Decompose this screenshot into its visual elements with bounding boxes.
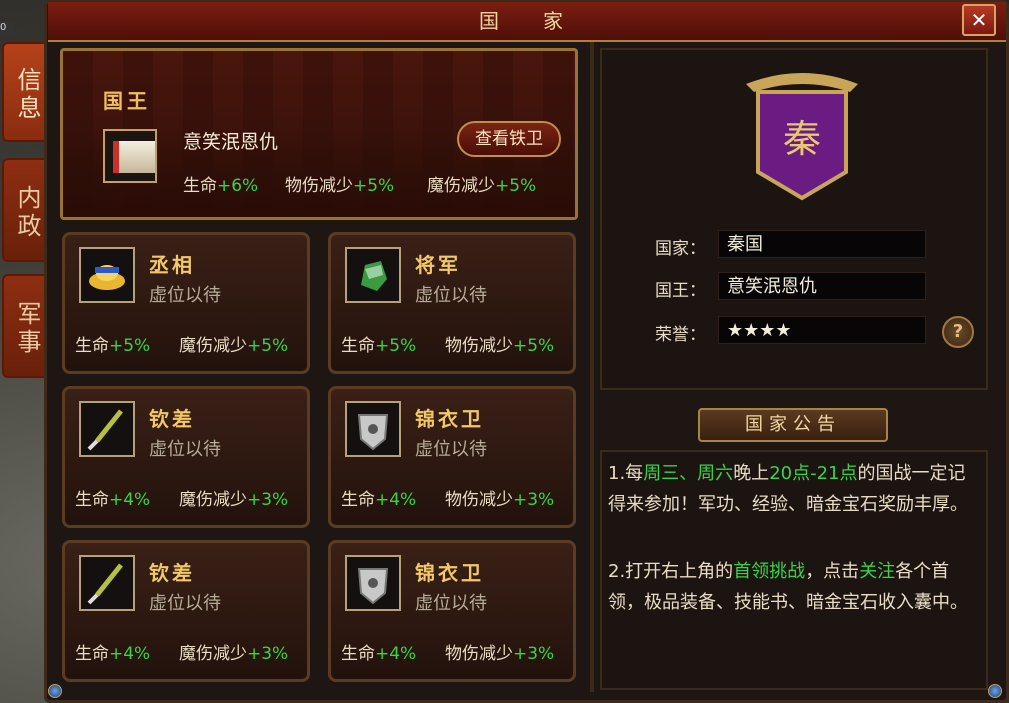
office-attr-2: 魔伤减少+3% xyxy=(179,644,289,664)
field-label-country: 国家： xyxy=(655,239,706,259)
office-attr-2: 魔伤减少+3% xyxy=(179,490,289,510)
armor-icon xyxy=(345,401,401,457)
office-attr-1: 生命+5% xyxy=(341,336,417,356)
king-seal-icon xyxy=(103,129,157,183)
office-rank: 锦衣卫 xyxy=(415,407,484,431)
office-rank: 钦差 xyxy=(149,407,195,431)
helmet-icon xyxy=(345,247,401,303)
window-title: 国 家 xyxy=(479,9,575,33)
office-rank: 将军 xyxy=(415,253,461,277)
tab-military[interactable]: 军事 xyxy=(2,274,46,378)
field-label-honor: 荣誉： xyxy=(655,325,706,345)
help-icon[interactable]: ? xyxy=(942,316,974,348)
office-attr-1: 生命+5% xyxy=(75,336,151,356)
office-card-guard-2[interactable]: 锦衣卫 虚位以待 生命+4% 物伤减少+3% xyxy=(328,540,576,682)
office-status: 虚位以待 xyxy=(149,593,221,614)
field-label-king: 国王： xyxy=(655,281,706,301)
king-attr-phys: 物伤减少+5% xyxy=(285,176,395,196)
panel-divider xyxy=(590,42,594,692)
view-guards-button[interactable]: 查看铁卫 xyxy=(457,121,561,157)
office-status: 虚位以待 xyxy=(415,439,487,460)
brush-icon xyxy=(79,555,135,611)
office-attr-1: 生命+4% xyxy=(341,490,417,510)
office-card-guard-1[interactable]: 锦衣卫 虚位以待 生命+4% 物伤减少+3% xyxy=(328,386,576,528)
tab-internal-affairs[interactable]: 内政 xyxy=(2,158,46,262)
office-attr-1: 生命+4% xyxy=(341,644,417,664)
office-rank: 锦衣卫 xyxy=(415,561,484,585)
notice-paragraph-2: 2.打开右上角的首领挑战，点击关注各个首领，极品装备、技能书、暗金宝石收入囊中。 xyxy=(608,561,968,613)
nation-banner-emblem: 秦 xyxy=(740,68,864,202)
king-panel: 国王 意笑泯恩仇 查看铁卫 生命+6% 物伤减少+5% 魔伤减少+5% xyxy=(60,48,578,220)
notice-header: 国家公告 xyxy=(698,408,888,442)
corner-gem-icon xyxy=(48,684,62,698)
office-card-general[interactable]: 将军 虚位以待 生命+5% 物伤减少+5% xyxy=(328,232,576,374)
office-status: 虚位以待 xyxy=(149,439,221,460)
office-card-envoy-2[interactable]: 钦差 虚位以待 生命+4% 魔伤减少+3% xyxy=(62,540,310,682)
field-value-country: 秦国 xyxy=(718,230,926,258)
office-attr-1: 生命+4% xyxy=(75,490,151,510)
close-button[interactable]: ✕ xyxy=(962,4,996,36)
office-rank: 丞相 xyxy=(149,253,195,277)
office-attr-2: 物伤减少+3% xyxy=(445,644,555,664)
brush-icon xyxy=(79,401,135,457)
office-status: 虚位以待 xyxy=(415,285,487,306)
office-attr-1: 生命+4% xyxy=(75,644,151,664)
coord-readout: 0 xyxy=(0,22,14,36)
tab-info[interactable]: 信息 xyxy=(2,42,46,142)
office-attr-2: 物伤减少+5% xyxy=(445,336,555,356)
king-title: 国王 xyxy=(103,89,151,113)
office-rank: 钦差 xyxy=(149,561,195,585)
emblem-char: 秦 xyxy=(783,117,821,161)
corner-gem-icon xyxy=(988,684,1002,698)
field-value-honor-stars: ★★★★ xyxy=(718,316,926,344)
office-attr-2: 魔伤减少+5% xyxy=(179,336,289,356)
gold-ingot-icon xyxy=(79,247,135,303)
armor-icon xyxy=(345,555,401,611)
king-attr-magic: 魔伤减少+5% xyxy=(427,176,537,196)
office-status: 虚位以待 xyxy=(149,285,221,306)
office-status: 虚位以待 xyxy=(415,593,487,614)
notice-paragraph-1: 1.每周三、周六晚上20点-21点的国战一定记得来参加！军功、经验、暗金宝石奖励… xyxy=(608,463,968,515)
king-attr-hp: 生命+6% xyxy=(183,176,259,196)
office-attr-2: 物伤减少+3% xyxy=(445,490,555,510)
office-card-envoy-1[interactable]: 钦差 虚位以待 生命+4% 魔伤减少+3% xyxy=(62,386,310,528)
king-name: 意笑泯恩仇 xyxy=(183,131,279,153)
title-bar: 国 家 xyxy=(48,2,1006,42)
field-value-king: 意笑泯恩仇 xyxy=(718,272,926,300)
office-card-chancellor[interactable]: 丞相 虚位以待 生命+5% 魔伤减少+5% xyxy=(62,232,310,374)
